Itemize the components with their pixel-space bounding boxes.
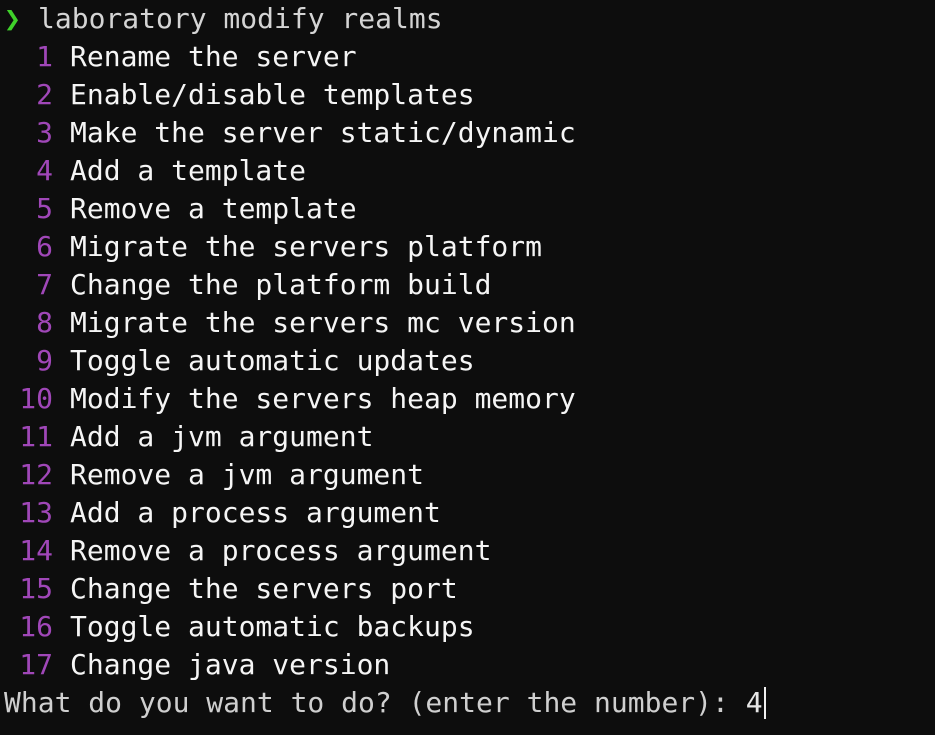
option-number: 11: [19, 420, 53, 453]
input-question: What do you want to do? (enter the numbe…: [4, 686, 746, 719]
option-label: Change java version: [70, 648, 391, 681]
option-label: Modify the servers heap memory: [70, 382, 576, 415]
option-label: Remove a process argument: [70, 534, 492, 567]
option-label: Toggle automatic updates: [70, 344, 475, 377]
terminal-window: ❯ laboratory modify realms 1 Rename the …: [0, 0, 935, 735]
option-label: Change the servers port: [70, 572, 458, 605]
menu-option-remove-jvm-argument: 12 Remove a jvm argument: [4, 456, 935, 494]
option-number: 6: [36, 230, 53, 263]
option-number: 12: [19, 458, 53, 491]
text-cursor: [763, 687, 766, 719]
option-number: 5: [36, 192, 53, 225]
menu-option-java-version: 17 Change java version: [4, 646, 935, 684]
option-number: 2: [36, 78, 53, 111]
option-number: 7: [36, 268, 53, 301]
menu-option-migrate-platform: 6 Migrate the servers platform: [4, 228, 935, 266]
option-label: Make the server static/dynamic: [70, 116, 576, 149]
option-number: 3: [36, 116, 53, 149]
option-label: Migrate the servers mc version: [70, 306, 576, 339]
menu-option-server-port: 15 Change the servers port: [4, 570, 935, 608]
menu-option-list: 1 Rename the server 2 Enable/disable tem…: [4, 38, 935, 684]
option-number: 9: [36, 344, 53, 377]
option-label: Toggle automatic backups: [70, 610, 475, 643]
menu-option-rename-server: 1 Rename the server: [4, 38, 935, 76]
menu-option-automatic-backups: 16 Toggle automatic backups: [4, 608, 935, 646]
menu-option-remove-template: 5 Remove a template: [4, 190, 935, 228]
option-number: 10: [19, 382, 53, 415]
menu-option-add-jvm-argument: 11 Add a jvm argument: [4, 418, 935, 456]
option-number: 4: [36, 154, 53, 187]
menu-option-platform-build: 7 Change the platform build: [4, 266, 935, 304]
option-label: Remove a template: [70, 192, 357, 225]
input-line[interactable]: What do you want to do? (enter the numbe…: [4, 684, 935, 722]
menu-option-static-dynamic: 3 Make the server static/dynamic: [4, 114, 935, 152]
input-value[interactable]: 4: [746, 684, 763, 722]
option-label: Change the platform build: [70, 268, 492, 301]
option-label: Remove a jvm argument: [70, 458, 425, 491]
option-label: Add a jvm argument: [70, 420, 374, 453]
option-label: Enable/disable templates: [70, 78, 475, 111]
option-number: 8: [36, 306, 53, 339]
option-number: 17: [19, 648, 53, 681]
menu-option-automatic-updates: 9 Toggle automatic updates: [4, 342, 935, 380]
option-number: 1: [36, 40, 53, 73]
option-number: 13: [19, 496, 53, 529]
menu-option-add-template: 4 Add a template: [4, 152, 935, 190]
option-number: 16: [19, 610, 53, 643]
option-number: 15: [19, 572, 53, 605]
menu-option-heap-memory: 10 Modify the servers heap memory: [4, 380, 935, 418]
menu-option-remove-process-argument: 14 Remove a process argument: [4, 532, 935, 570]
option-label: Rename the server: [70, 40, 357, 73]
option-label: Add a process argument: [70, 496, 441, 529]
option-label: Migrate the servers platform: [70, 230, 543, 263]
prompt-chevron-icon: ❯: [4, 2, 21, 35]
menu-option-add-process-argument: 13 Add a process argument: [4, 494, 935, 532]
option-label: Add a template: [70, 154, 307, 187]
command-text: laboratory modify realms: [38, 2, 443, 35]
menu-option-toggle-templates: 2 Enable/disable templates: [4, 76, 935, 114]
option-number: 14: [19, 534, 53, 567]
menu-option-mc-version: 8 Migrate the servers mc version: [4, 304, 935, 342]
command-line: ❯ laboratory modify realms: [4, 0, 935, 38]
